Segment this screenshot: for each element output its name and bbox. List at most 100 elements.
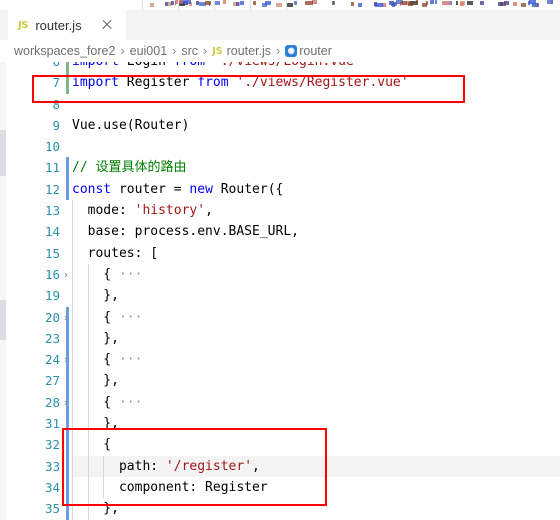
chevron-right-icon[interactable]: ›	[60, 307, 72, 328]
code-line[interactable]: 6 import Login from './views/Login.vue'	[0, 62, 560, 73]
gutter-modified-marker	[66, 370, 69, 392]
line-number: 33	[44, 458, 60, 474]
code-text: { ···	[72, 352, 143, 368]
breadcrumb-item-src[interactable]: src	[181, 44, 198, 58]
code-text: path: '/register',	[72, 458, 260, 474]
gutter-modified-marker	[66, 178, 69, 201]
code-text: import Register from './views/Register.v…	[72, 75, 409, 91]
line-number: 16	[44, 266, 60, 282]
line-number: 32	[44, 437, 60, 453]
line-number: 9	[52, 117, 60, 133]
line-number: 13	[44, 203, 60, 219]
code-text: // 设置具体的路由	[72, 160, 187, 176]
gutter-modified-marker	[66, 327, 69, 350]
js-file-icon: JS	[212, 45, 223, 57]
line-number: 31	[44, 416, 60, 432]
line-number: 11	[44, 160, 60, 176]
line-number: 23	[44, 330, 60, 346]
vscode-window: JS router.js workspaces_fore2 › eui001 › src…	[0, 0, 560, 520]
gutter-modified-marker	[66, 498, 69, 520]
line-number: 15	[44, 245, 60, 261]
chevron-right-icon[interactable]: ›	[60, 264, 72, 285]
gutter-modified-marker	[66, 476, 69, 499]
tab-label: router.js	[35, 17, 82, 33]
code-text: { ···	[72, 394, 143, 410]
left-scrollbar-thumb-secondary[interactable]	[0, 300, 6, 340]
code-line[interactable]: 10	[0, 136, 560, 157]
gutter-modified-marker	[66, 157, 69, 179]
line-number: 35	[44, 501, 60, 517]
line-number: 20	[44, 309, 60, 325]
code-line[interactable]: 8	[0, 94, 560, 115]
breadcrumb-item-router-js[interactable]: router.js	[227, 44, 271, 58]
left-scrollbar-thumb[interactable]	[0, 130, 6, 176]
code-text: base: process.env.BASE_URL,	[72, 224, 299, 240]
line-number: 27	[44, 373, 60, 389]
code-line[interactable]: 15 routes: [	[0, 242, 560, 264]
line-number: 8	[52, 96, 60, 112]
line-number: 28	[44, 394, 60, 410]
code-line[interactable]: 16 › { ···	[0, 263, 560, 286]
code-line[interactable]: 31 },	[0, 413, 560, 435]
breadcrumb-separator: ›	[203, 44, 208, 58]
chevron-right-icon[interactable]: ›	[60, 349, 72, 370]
code-line[interactable]: 34 component: Register	[0, 476, 560, 499]
code-text: },	[72, 373, 119, 389]
line-number: 19	[44, 288, 60, 304]
breadcrumb[interactable]: workspaces_fore2 › eui001 › src › JS router.js ›…	[0, 40, 560, 62]
code-line[interactable]: 9 Vue.use(Router)	[0, 115, 560, 136]
code-line[interactable]: 20 › { ···	[0, 306, 560, 328]
breadcrumb-separator: ›	[276, 44, 281, 58]
code-line[interactable]: 32 {	[0, 434, 560, 456]
code-line[interactable]: 12 const router = new Router({	[0, 178, 560, 201]
code-text: },	[72, 330, 119, 346]
line-number: 24	[44, 352, 60, 368]
code-editor[interactable]: 6 import Login from './views/Login.vue' 7i…	[0, 62, 560, 520]
code-text: },	[72, 288, 119, 304]
gutter-added-marker	[66, 72, 69, 94]
clipped-top-strip	[0, 0, 560, 10]
breadcrumb-separator: ›	[120, 44, 125, 58]
code-line[interactable]: 33 path: '/register',	[0, 455, 560, 477]
code-text: },	[72, 416, 119, 432]
code-text: {	[72, 437, 112, 453]
code-line[interactable]: 19 },	[0, 285, 560, 307]
editor-tab-bar: JS router.js	[0, 10, 560, 40]
line-number: 14	[44, 224, 60, 240]
code-text: },	[72, 501, 119, 517]
gutter-modified-marker	[66, 434, 69, 456]
gutter-added-marker	[66, 62, 69, 73]
code-line[interactable]: 35 },	[0, 498, 560, 520]
line-number: 7	[52, 75, 60, 91]
variable-icon: ◉	[285, 45, 298, 57]
line-number: 10	[44, 139, 60, 155]
chevron-right-icon[interactable]: ›	[60, 392, 72, 413]
breadcrumb-item-eui001[interactable]: eui001	[130, 44, 168, 58]
code-line[interactable]: 24 › { ···	[0, 349, 560, 371]
code-text: { ···	[72, 309, 143, 325]
line-number: 12	[44, 181, 60, 197]
code-line[interactable]: 14 base: process.env.BASE_URL,	[0, 221, 560, 243]
code-text: { ···	[72, 266, 143, 282]
gutter-modified-marker	[66, 413, 69, 435]
code-text: routes: [	[72, 245, 159, 261]
breadcrumb-item-router[interactable]: router	[299, 44, 332, 58]
code-text: const router = new Router({	[72, 181, 284, 197]
code-line[interactable]: 11 // 设置具体的路由	[0, 157, 560, 179]
code-text: component: Register	[72, 479, 268, 495]
line-number: 6	[0, 62, 60, 72]
code-text: mode: 'history',	[72, 203, 213, 219]
line-number: 34	[44, 479, 60, 495]
left-scrollbar-track[interactable]	[0, 62, 6, 520]
code-line[interactable]: 28 › { ···	[0, 391, 560, 414]
js-file-icon: JS	[18, 19, 29, 31]
code-line[interactable]: 7 import Register from './views/Register.…	[0, 72, 560, 94]
code-text: import Login from './views/Login.vue'	[72, 62, 362, 72]
breadcrumb-item-workspaces-fore2[interactable]: workspaces_fore2	[14, 44, 115, 58]
code-line[interactable]: 23 },	[0, 327, 560, 350]
code-line[interactable]: 13 mode: 'history',	[0, 200, 560, 222]
tab-router-js[interactable]: JS router.js	[8, 10, 126, 40]
close-icon[interactable]	[100, 18, 114, 32]
gutter-modified-marker	[66, 455, 69, 477]
code-line[interactable]: 27 },	[0, 370, 560, 392]
